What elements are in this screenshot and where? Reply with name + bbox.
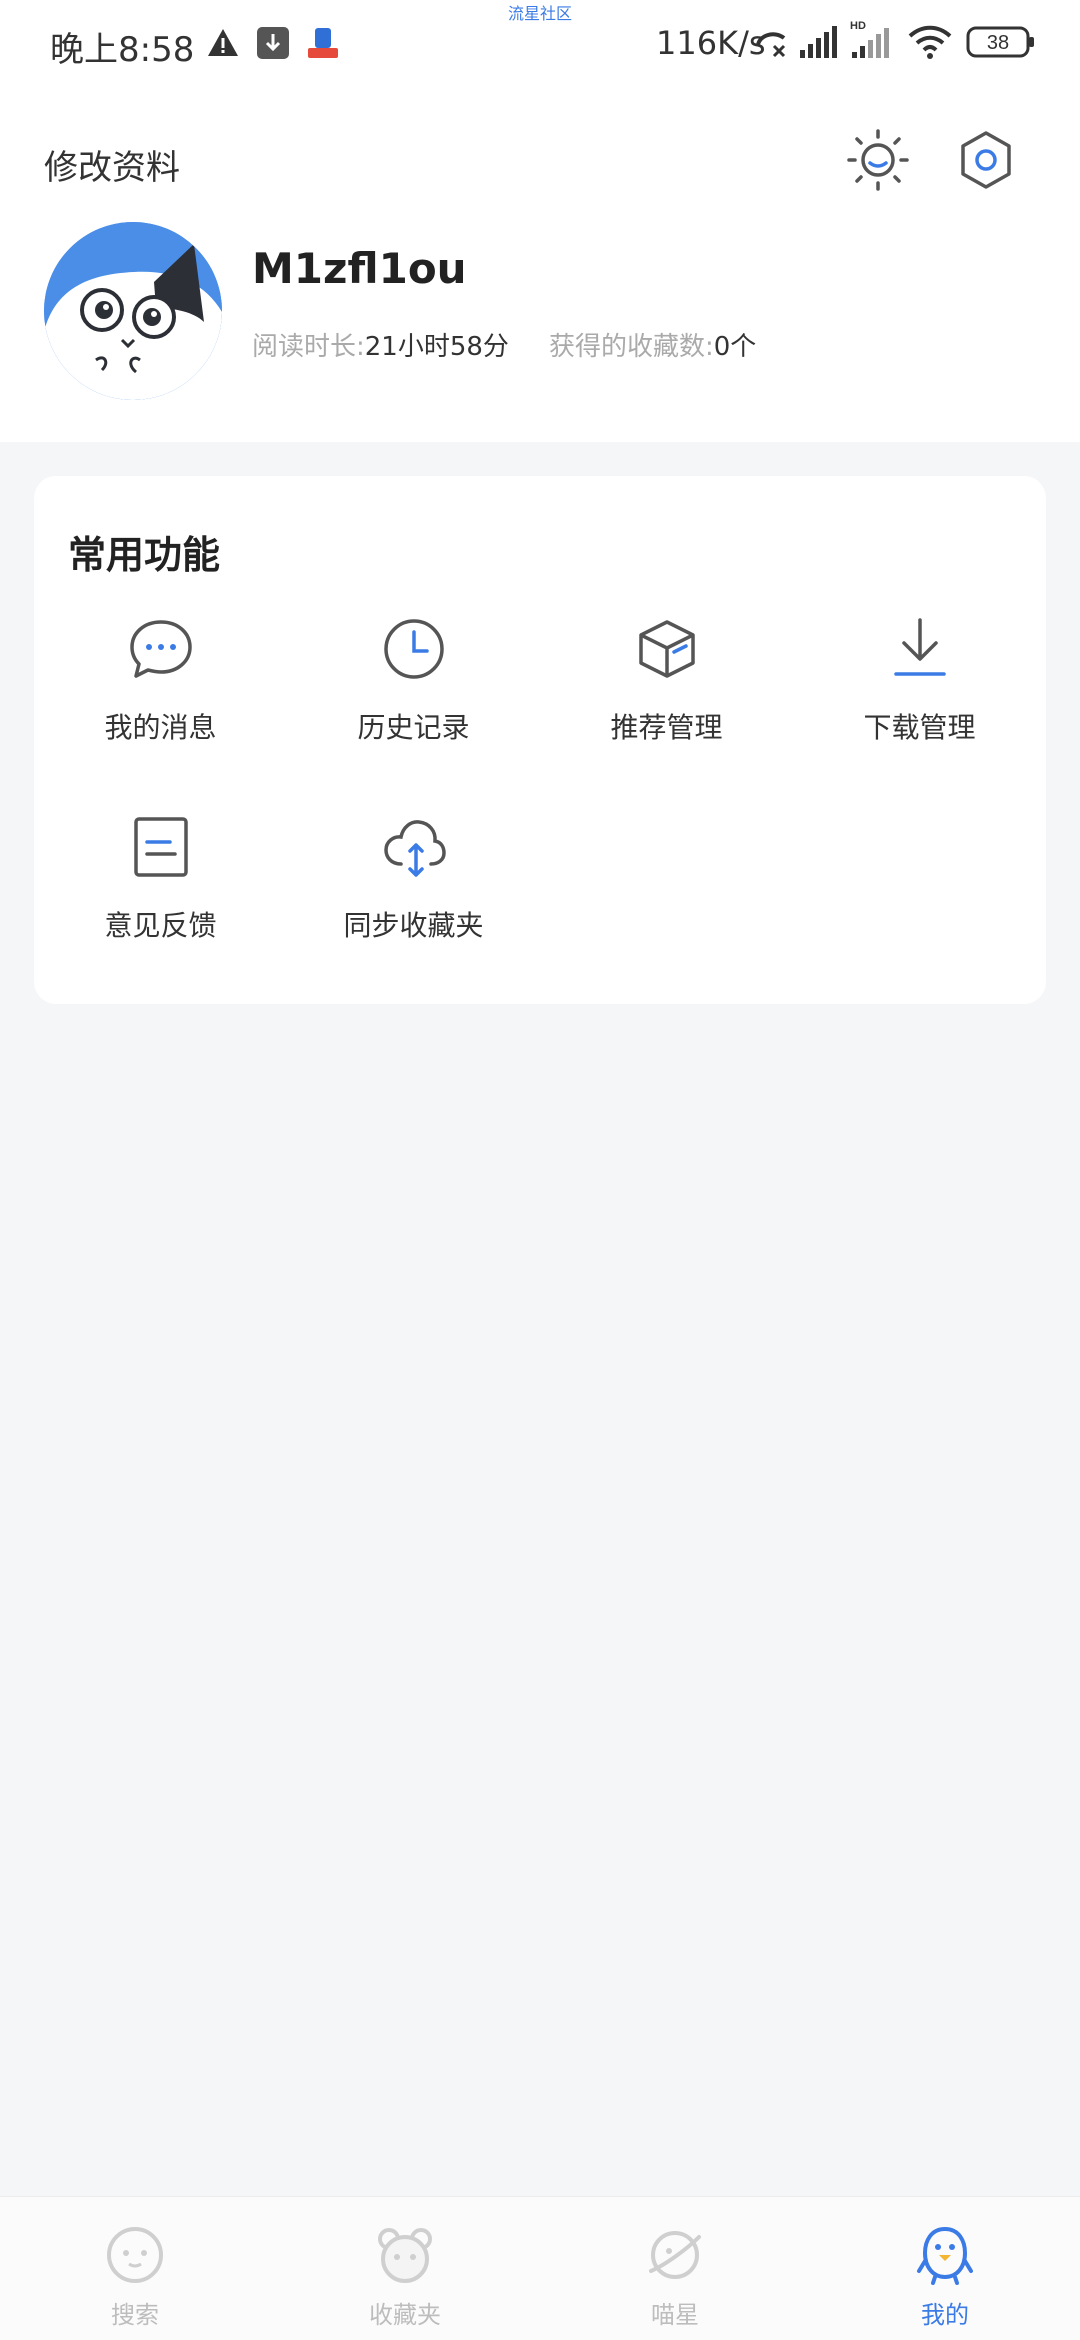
bottom-tab-bar: 搜索 收藏夹 喵星 我的	[0, 2196, 1080, 2340]
sync-favorites-button[interactable]: 同步收藏夹	[287, 814, 540, 954]
status-time: 晚上8:58	[50, 30, 195, 70]
signal-icon	[800, 26, 837, 58]
call-muted-icon	[756, 32, 786, 58]
download-icon	[894, 618, 946, 676]
app-notification-icon	[308, 28, 338, 58]
download-notification-icon	[257, 27, 289, 59]
battery-level: 38	[987, 32, 1009, 54]
tab-meow-planet-label: 喵星	[651, 2301, 699, 2329]
hd-label: HD	[850, 20, 866, 32]
document-icon	[134, 817, 188, 877]
theme-toggle-button[interactable]	[846, 128, 910, 192]
profile-stats: 阅读时长:21小时58分 获得的收藏数:0个	[252, 326, 756, 363]
gear-icon	[961, 131, 1011, 189]
reading-time-label: 阅读时长:	[252, 332, 365, 362]
bear-icon	[378, 2228, 432, 2283]
history-button[interactable]: 历史记录	[287, 616, 540, 756]
tab-search-label: 搜索	[111, 2301, 159, 2329]
cat-avatar-icon	[44, 222, 222, 400]
reading-time-value: 21小时58分	[364, 332, 509, 362]
favorites-count-value: 0个	[713, 332, 757, 362]
search-face-icon	[107, 2227, 163, 2283]
download-manage-button[interactable]: 下载管理	[793, 616, 1046, 756]
my-messages-button[interactable]: 我的消息	[34, 616, 287, 756]
wifi-icon	[908, 25, 952, 59]
username: M1zfl1ou	[252, 244, 467, 293]
planet-icon	[649, 2231, 701, 2279]
feedback-label: 意见反馈	[104, 909, 217, 942]
my-messages-label: 我的消息	[104, 711, 217, 744]
feedback-button[interactable]: 意见反馈	[34, 814, 287, 954]
chat-bubble-icon	[130, 620, 192, 678]
clock-icon	[384, 619, 444, 679]
download-manage-label: 下载管理	[863, 711, 976, 744]
recommend-manage-button[interactable]: 推荐管理	[540, 616, 793, 756]
cloud-sync-icon	[384, 820, 446, 877]
favorites-count-label: 获得的收藏数:	[548, 332, 714, 362]
card-title: 常用功能	[68, 533, 221, 577]
penguin-icon	[917, 2226, 973, 2285]
status-bar: 流星社区 晚上8:58 116K/s HD 38	[0, 0, 1080, 90]
battery-icon: 38	[966, 26, 1034, 58]
tab-meow-planet[interactable]: 喵星	[540, 2197, 810, 2340]
warning-icon	[208, 29, 238, 56]
tab-mine-label: 我的	[921, 2301, 969, 2329]
tab-search[interactable]: 搜索	[0, 2197, 270, 2340]
tab-mine[interactable]: 我的	[810, 2197, 1080, 2340]
avatar[interactable]	[44, 222, 222, 400]
tab-favorites[interactable]: 收藏夹	[270, 2197, 540, 2340]
cube-icon	[639, 620, 695, 678]
sun-icon	[847, 129, 909, 191]
edit-profile-link[interactable]: 修改资料	[44, 140, 180, 189]
history-label: 历史记录	[357, 711, 470, 744]
settings-button[interactable]	[954, 128, 1018, 192]
recommend-manage-label: 推荐管理	[610, 711, 723, 744]
tab-favorites-label: 收藏夹	[369, 2301, 441, 2329]
app-source-label: 流星社区	[507, 4, 572, 23]
network-speed: 116K/s	[656, 24, 766, 62]
signal-hd-icon: HD	[850, 20, 889, 58]
sync-favorites-label: 同步收藏夹	[343, 909, 484, 942]
common-functions-card: 常用功能 我的消息 历史记录 推荐管理 下载管理 意见反馈 同步收藏夹	[34, 476, 1046, 1004]
